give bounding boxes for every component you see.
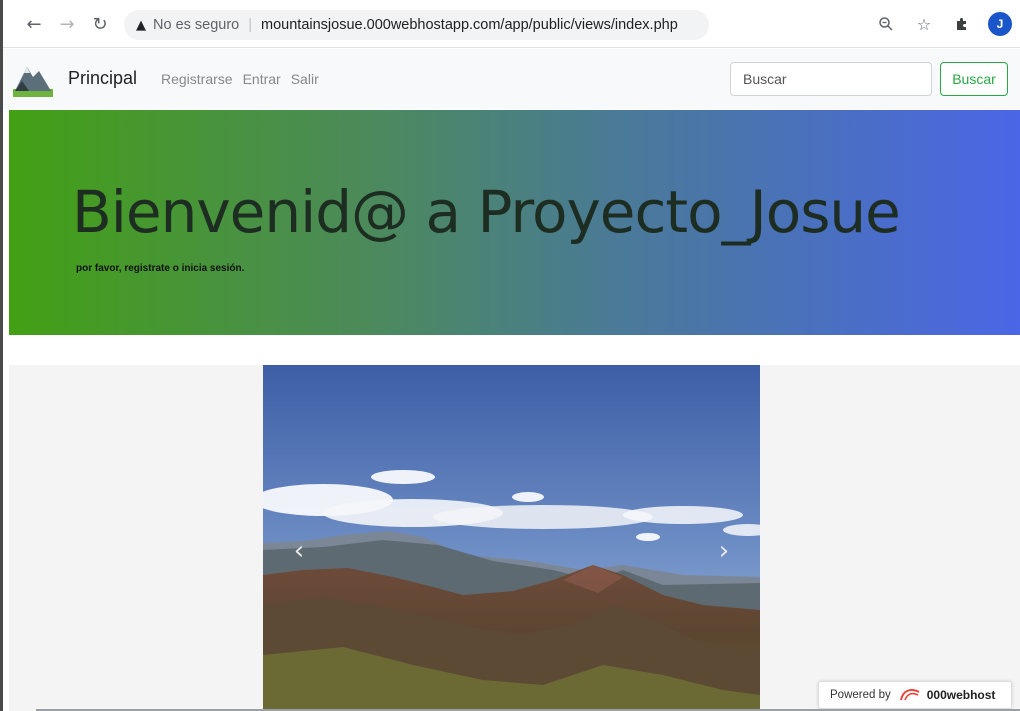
powered-by-badge[interactable]: Powered by 000webhost (818, 681, 1012, 709)
hero-banner: Bienvenid@ a Proyecto_Josue por favor, r… (9, 110, 1020, 335)
search-input[interactable] (730, 62, 932, 96)
url-text: mountainsjosue.000webhostapp.com/app/pub… (261, 17, 678, 33)
address-bar[interactable]: ▲ No es seguro | mountainsjosue.000webho… (124, 10, 709, 40)
hero-subtitle: por favor, registrate o inicia sesión. (76, 263, 245, 274)
mountain-logo[interactable] (13, 61, 53, 97)
window-edge (0, 0, 3, 711)
security-label: No es seguro (153, 17, 240, 33)
zoom-icon[interactable] (874, 12, 898, 36)
chevron-left-icon[interactable]: ‹ (287, 536, 311, 566)
nav-link-registrarse[interactable]: Registrarse (161, 71, 233, 87)
nav-link-salir[interactable]: Salir (291, 71, 319, 87)
toolbar-actions: ☆ J (874, 12, 1012, 36)
warning-icon: ▲ (136, 17, 146, 33)
reload-icon[interactable]: ↻ (88, 12, 112, 36)
badge-prefix: Powered by (830, 689, 891, 701)
forward-arrow-icon[interactable]: → (55, 12, 79, 36)
search-button[interactable]: Buscar (940, 62, 1008, 96)
browser-toolbar: ← → ↻ ▲ No es seguro | mountainsjosue.00… (0, 0, 1020, 48)
profile-avatar[interactable]: J (988, 12, 1012, 36)
nav-link-entrar[interactable]: Entrar (243, 71, 281, 87)
mountain-photo (263, 365, 760, 711)
bookmark-star-icon[interactable]: ☆ (912, 12, 936, 36)
chevron-right-icon[interactable]: › (712, 536, 736, 566)
nav-links: Registrarse Entrar Salir (161, 71, 319, 87)
site-navbar: Principal Registrarse Entrar Salir Busca… (3, 49, 1020, 109)
brand-link[interactable]: Principal (68, 68, 137, 89)
image-carousel: ‹ › (263, 365, 760, 711)
extensions-puzzle-icon[interactable] (950, 12, 974, 36)
badge-brand: 000webhost (926, 688, 996, 702)
webhost-logo-icon (899, 686, 921, 705)
back-arrow-icon[interactable]: ← (22, 12, 46, 36)
hero-title: Bienvenid@ a Proyecto_Josue (72, 178, 901, 246)
separator: | (248, 17, 253, 33)
